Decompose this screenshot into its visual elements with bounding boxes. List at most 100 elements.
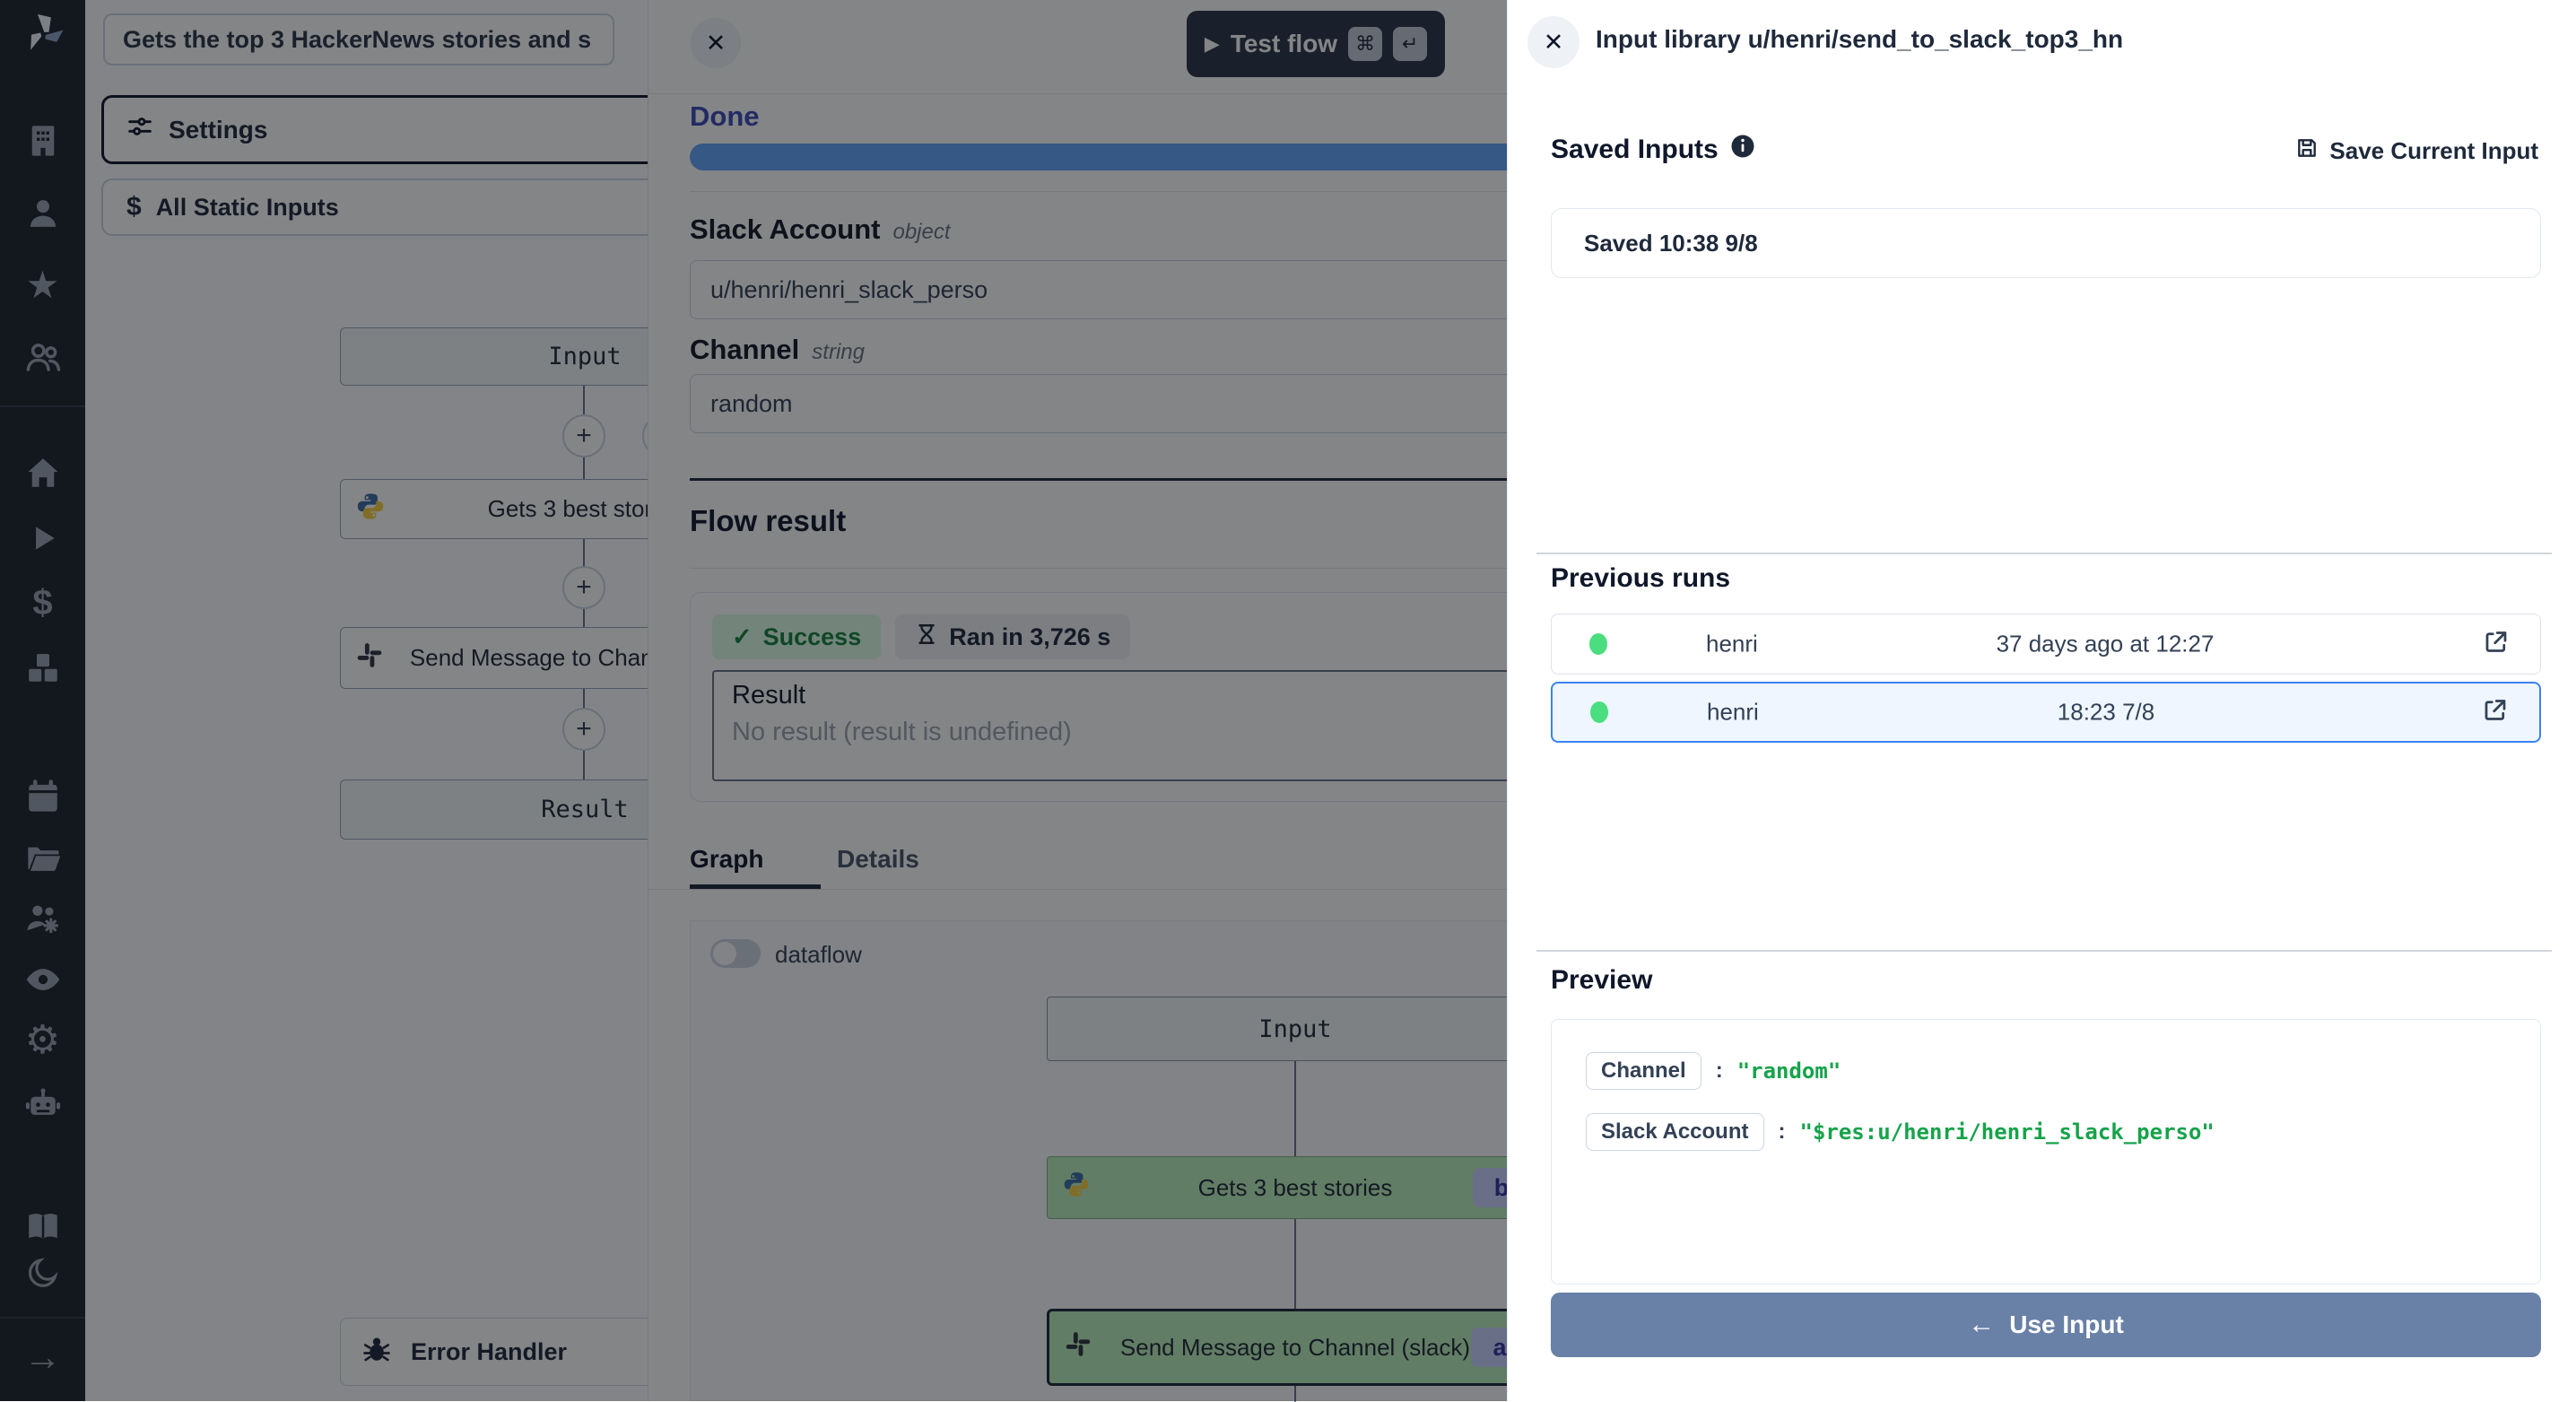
info-icon[interactable]	[1729, 133, 1756, 167]
settings-button[interactable]: Settings	[101, 95, 675, 164]
home-icon[interactable]	[0, 450, 85, 495]
preview-heading: Preview	[1551, 965, 1652, 996]
run-graph-input-node[interactable]: Input	[1047, 997, 1544, 1061]
run-success-dot	[1590, 701, 1608, 723]
app-sidebar: ★ $ ⚙ →	[0, 0, 85, 1401]
run-graph-step1-label: Gets 3 best stories	[1198, 1174, 1393, 1202]
flow-node-input-label: Input	[548, 343, 621, 370]
flow-status-text: Done	[690, 100, 760, 133]
plus-icon: +	[576, 421, 592, 451]
all-static-inputs-button[interactable]: $ All Static Inputs	[101, 179, 675, 236]
add-step-button[interactable]: +	[562, 414, 605, 457]
success-badge: ✓ Success	[712, 614, 881, 659]
run-success-dot	[1589, 633, 1607, 655]
previous-run-row[interactable]: henri 37 days ago at 12:27	[1551, 614, 2541, 675]
run-graph-step2-node[interactable]: Send Message to Channel (slack) a	[1047, 1309, 1544, 1386]
run-graph-step1-node[interactable]: Gets 3 best stories b	[1047, 1156, 1544, 1219]
expand-sidebar-arrow-icon[interactable]: →	[0, 1337, 85, 1378]
input-library-drawer: ✕ Input library u/henri/send_to_slack_to…	[1507, 0, 2576, 1401]
saved-inputs-heading: Saved Inputs	[1551, 133, 1756, 167]
flow-title-input[interactable]	[103, 13, 614, 65]
preview-value: "$res:u/henri/henri_slack_perso"	[1800, 1119, 2215, 1145]
run-user: henri	[1706, 631, 1758, 658]
settings-button-label: Settings	[169, 116, 267, 144]
field-label-channel: Channelstring	[690, 334, 865, 366]
test-flow-label: Test flow	[1231, 30, 1337, 58]
saved-input-entry[interactable]: Saved 10:38 9/8	[1551, 208, 2541, 278]
run-time: 18:23 7/8	[2058, 699, 2154, 727]
run-graph-step2-label: Send Message to Channel (slack)	[1120, 1334, 1470, 1362]
section-divider	[1536, 950, 2552, 952]
timing-badge: Ran in 3,726 s	[895, 614, 1130, 659]
back-arrow-icon: ←	[1968, 1310, 1995, 1340]
input-preview-card: Channel : "random" Slack Account : "$res…	[1551, 1019, 2541, 1284]
preview-key-chip: Slack Account	[1586, 1113, 1764, 1151]
add-step-button[interactable]: +	[562, 708, 605, 751]
settings-gear-icon[interactable]: ⚙	[0, 1018, 85, 1063]
toggle-knob	[713, 942, 736, 965]
test-flow-button[interactable]: ▶ Test flow ⌘ ↵	[1187, 11, 1445, 77]
dataflow-toggle[interactable]	[710, 939, 761, 968]
workers-icon[interactable]	[0, 896, 85, 941]
colon: :	[1779, 1119, 1786, 1145]
previous-runs-heading: Previous runs	[1551, 563, 1730, 594]
plus-icon: +	[576, 572, 592, 603]
save-floppy-icon	[2295, 136, 2319, 166]
preview-entry: Channel : "random"	[1586, 1052, 1841, 1090]
slack-icon	[1064, 1330, 1092, 1365]
workspace-building-icon[interactable]	[0, 118, 85, 163]
schedules-calendar-icon[interactable]	[0, 774, 85, 819]
run-user: henri	[1707, 699, 1759, 727]
close-input-library-button[interactable]: ✕	[1527, 16, 1580, 68]
dataflow-toggle-label: dataflow	[775, 941, 862, 969]
field-label-slack-account: Slack Accountobject	[690, 213, 951, 246]
use-input-button[interactable]: ← Use Input	[1551, 1293, 2541, 1357]
colon: :	[1716, 1058, 1723, 1084]
play-icon: ▶	[1205, 32, 1220, 56]
folders-icon[interactable]	[0, 835, 85, 880]
previous-run-row-selected[interactable]: henri 18:23 7/8	[1551, 682, 2541, 743]
check-icon: ✓	[732, 623, 753, 651]
external-link-icon[interactable]	[2482, 697, 2509, 728]
python-icon	[1062, 1171, 1091, 1206]
windmill-logo-icon[interactable]	[0, 11, 85, 57]
flow-node-result-label: Result	[541, 796, 629, 823]
run-graph-input-label: Input	[1258, 1015, 1331, 1043]
audit-eye-icon[interactable]	[0, 957, 85, 1002]
preview-value: "random"	[1737, 1058, 1841, 1084]
runs-play-icon[interactable]	[0, 516, 85, 561]
flow-result-heading: Flow result	[690, 504, 846, 538]
sliders-icon	[126, 112, 154, 147]
input-library-title: Input library u/henri/send_to_slack_top3…	[1596, 25, 2123, 54]
preview-entry: Slack Account : "$res:u/henri/henri_slac…	[1586, 1113, 2215, 1151]
close-icon: ✕	[1544, 29, 1564, 57]
python-icon	[355, 491, 386, 527]
ai-robot-icon[interactable]	[0, 1082, 85, 1127]
docs-book-icon[interactable]	[0, 1206, 85, 1248]
tab-graph[interactable]: Graph	[690, 845, 763, 874]
field-type: object	[892, 220, 950, 244]
hourglass-icon	[915, 623, 938, 652]
sidebar-divider	[0, 405, 85, 407]
tab-details[interactable]: Details	[837, 845, 919, 874]
groups-icon[interactable]	[0, 335, 85, 379]
add-step-button[interactable]: +	[562, 566, 605, 609]
slack-icon	[355, 640, 384, 675]
resources-boxes-icon[interactable]	[0, 645, 85, 690]
dollar-icon: $	[126, 192, 142, 222]
close-test-drawer-button[interactable]: ✕	[691, 18, 741, 68]
section-divider	[1536, 553, 2552, 554]
user-icon[interactable]	[0, 191, 85, 236]
flow-editor-panel: Settings $ All Static Inputs Input + Get…	[85, 0, 648, 1401]
field-type: string	[812, 340, 865, 364]
cmd-key-icon: ⌘	[1348, 27, 1382, 61]
favorites-star-icon[interactable]: ★	[0, 263, 85, 308]
plus-icon: +	[576, 714, 592, 745]
variables-dollar-icon[interactable]: $	[0, 580, 85, 625]
all-static-inputs-label: All Static Inputs	[156, 194, 339, 222]
preview-key-chip: Channel	[1586, 1052, 1701, 1090]
save-current-input-button[interactable]: Save Current Input	[2295, 136, 2538, 166]
bug-icon	[361, 1333, 393, 1372]
external-link-icon[interactable]	[2483, 629, 2510, 660]
dark-mode-moon-icon[interactable]	[0, 1252, 85, 1293]
